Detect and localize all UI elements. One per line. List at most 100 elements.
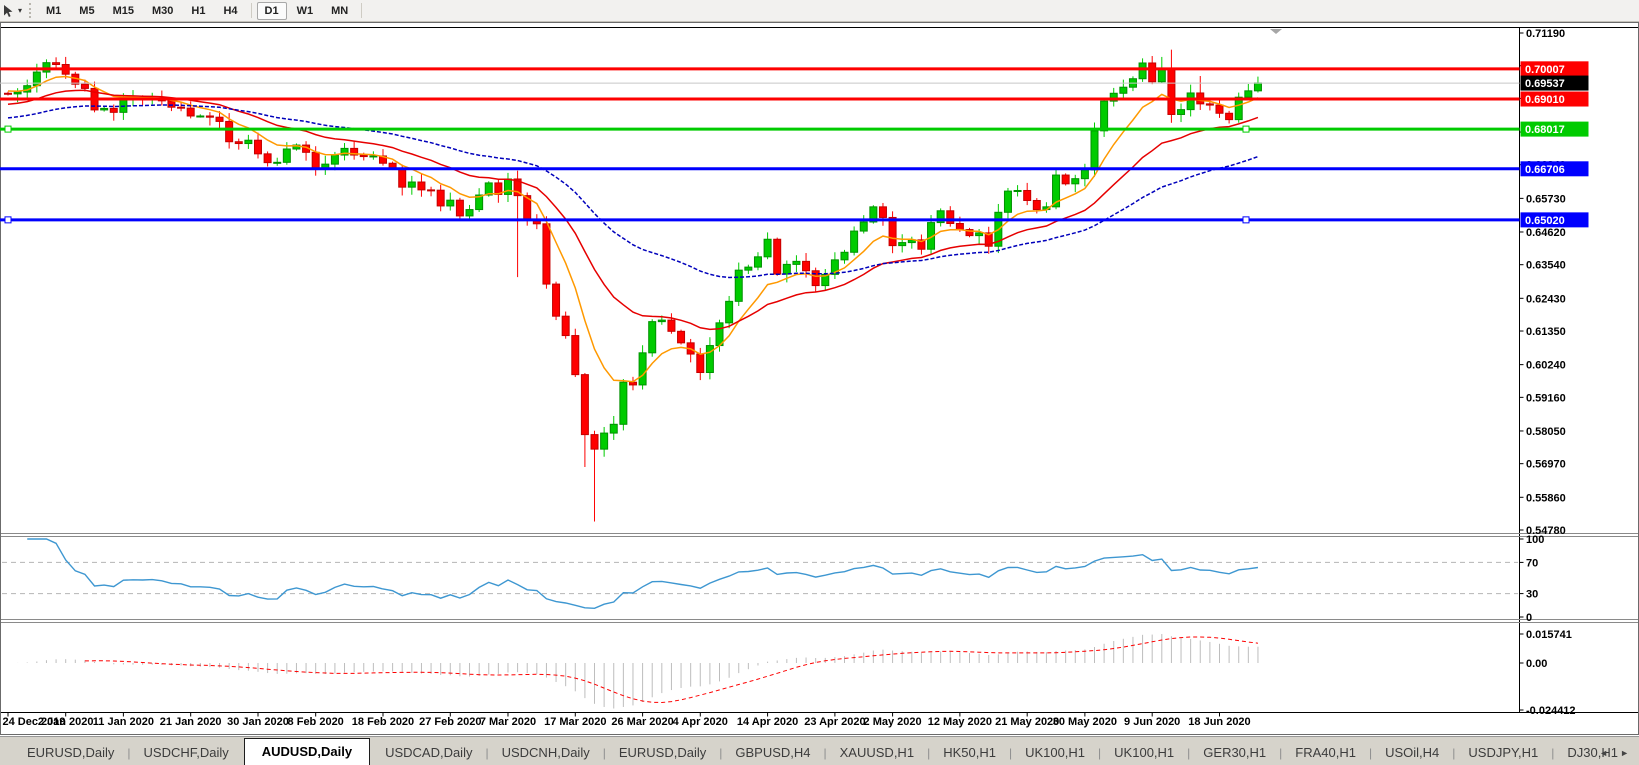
- cursor-tool-button[interactable]: ▾: [0, 0, 26, 21]
- candle-up: [1177, 109, 1186, 115]
- candle-up: [369, 155, 378, 158]
- date-label: 4 Apr 2020: [673, 716, 728, 728]
- candle-up: [32, 71, 41, 87]
- chart-tab-gbpusd-h4[interactable]: GBPUSD,H4: [722, 740, 823, 765]
- candle-up: [1186, 92, 1195, 111]
- candle-down: [1205, 103, 1214, 106]
- tab-scroll-right-icon[interactable]: ►: [1620, 749, 1629, 758]
- date-label: 7 Mar 2020: [480, 716, 536, 728]
- candle-up: [609, 423, 618, 434]
- macd-tick-label: -0.024412: [1526, 705, 1576, 717]
- date-label: 27 Feb 2020: [419, 716, 481, 728]
- candle-up: [648, 321, 657, 354]
- timeframe-button-m30[interactable]: M30: [144, 2, 181, 20]
- candle-up: [1013, 189, 1022, 192]
- line-drag-handle[interactable]: [1242, 216, 1250, 224]
- candle-down: [263, 153, 272, 164]
- candle-up: [850, 230, 859, 253]
- timeframe-button-mn[interactable]: MN: [323, 2, 356, 20]
- level-price-tag-label: 0.70007: [1525, 64, 1565, 76]
- date-label: 21 May 2020: [995, 716, 1059, 728]
- toolbar: ▾ M1 M5 M15 M30 H1 H4 D1 W1 MN: [0, 0, 1639, 22]
- date-label: 14 Apr 2020: [737, 716, 798, 728]
- candle-down: [234, 141, 243, 145]
- chart-tab-uk100-h1[interactable]: UK100,H1: [1101, 740, 1187, 765]
- candle-down: [677, 330, 686, 344]
- chart-tab-uk100-h1[interactable]: UK100,H1: [1012, 740, 1098, 765]
- candle-up: [407, 181, 416, 188]
- candle-up: [1090, 130, 1099, 171]
- candle-down: [1225, 112, 1234, 121]
- candle-up: [244, 139, 253, 145]
- chart-tab-usdcad-daily[interactable]: USDCAD,Daily: [372, 740, 485, 765]
- candle-up: [1119, 86, 1128, 94]
- timeframe-button-d1[interactable]: D1: [256, 1, 287, 20]
- candle-up: [840, 251, 849, 261]
- candle-down: [590, 434, 599, 450]
- tab-scroll-left-icon[interactable]: ◄: [1599, 749, 1608, 758]
- timeframe-button-m15[interactable]: M15: [105, 2, 142, 20]
- candle-down: [628, 381, 637, 386]
- candle-up: [734, 269, 743, 302]
- date-label: 23 Apr 2020: [804, 716, 865, 728]
- chart-tab-usoil-h4[interactable]: USOil,H4: [1372, 740, 1452, 765]
- line-drag-handle[interactable]: [4, 216, 12, 224]
- candle-up: [600, 432, 609, 450]
- timeframe-button-m5[interactable]: M5: [71, 2, 102, 20]
- price-tick-label: 0.58050: [1526, 426, 1566, 438]
- candle-down: [561, 315, 570, 337]
- price-tick-label: 0.62430: [1526, 293, 1566, 305]
- date-label: 18 Jun 2020: [1188, 716, 1250, 728]
- candle-up: [744, 266, 753, 271]
- candle-down: [455, 199, 464, 217]
- timeframe-button-h4[interactable]: H4: [215, 2, 245, 20]
- chart-tabs-bar: EURUSD,Daily | USDCHF,Daily AUDUSD,Daily USD…: [0, 736, 1639, 765]
- candle-down: [1167, 68, 1176, 115]
- candle-up: [1234, 96, 1243, 121]
- chart-tab-fra40-h1[interactable]: FRA40,H1: [1282, 740, 1369, 765]
- timeframe-button-h1[interactable]: H1: [183, 2, 213, 20]
- candle-up: [282, 148, 291, 163]
- timeframe-button-m1[interactable]: M1: [38, 2, 69, 20]
- tab-scroll-arrows: ◄ ►: [1599, 749, 1629, 758]
- date-label: 21 Jan 2020: [160, 716, 222, 728]
- chart-tab-eurusd-daily[interactable]: EURUSD,Daily: [14, 740, 127, 765]
- level-price-tag-label: 0.65020: [1525, 215, 1565, 227]
- candle-down: [52, 62, 61, 65]
- cursor-icon: [2, 4, 15, 18]
- date-label: 2 May 2020: [864, 716, 922, 728]
- candle-down: [80, 83, 89, 89]
- bid-price-tag-label: 0.69537: [1525, 78, 1565, 90]
- timeframe-button-w1[interactable]: W1: [289, 2, 322, 20]
- candle-down: [167, 100, 176, 108]
- chart-tabs: EURUSD,Daily | USDCHF,Daily AUDUSD,Daily USD…: [0, 737, 1631, 765]
- chart-tab-eurusd-daily[interactable]: EURUSD,Daily: [606, 740, 719, 765]
- line-drag-handle[interactable]: [1242, 125, 1250, 133]
- candle-up: [1003, 190, 1012, 213]
- line-drag-handle[interactable]: [4, 125, 12, 133]
- candle-down: [667, 319, 676, 332]
- chevron-down-icon[interactable]: ▾: [18, 6, 22, 15]
- chart-canvas[interactable]: ▼ AUDUSD,Daily 0.69521 0.69555 0.69233 0…: [0, 21, 1639, 736]
- chart-tab-ger30-h1[interactable]: GER30,H1: [1190, 740, 1279, 765]
- price-tick-label: 0.56970: [1526, 459, 1566, 471]
- timeframe-toolbar: M1 M5 M15 M30 H1 H4 D1 W1 MN: [37, 1, 366, 20]
- chart-tab-audusd-daily[interactable]: AUDUSD,Daily: [243, 738, 371, 765]
- date-label: 11 Jan 2020: [93, 716, 154, 728]
- chart-tab-usdjpy-h1[interactable]: USDJPY,H1: [1455, 740, 1551, 765]
- candle-up: [638, 352, 647, 386]
- chart-tab-usdcnh-daily[interactable]: USDCNH,Daily: [489, 740, 603, 765]
- chart-tab-hk50-h1[interactable]: HK50,H1: [930, 740, 1009, 765]
- candle-down: [888, 216, 897, 247]
- chart-window: ▼ AUDUSD,Daily 0.69521 0.69555 0.69233 0…: [0, 21, 1639, 736]
- candle-down: [359, 154, 368, 158]
- candle-down: [955, 223, 964, 231]
- candle-down: [225, 120, 234, 143]
- candle-down: [427, 189, 436, 192]
- price-tick-label: 0.65730: [1526, 193, 1566, 205]
- candle-up: [1080, 169, 1089, 180]
- candle-up: [196, 115, 205, 118]
- chart-tab-usdchf-daily[interactable]: USDCHF,Daily: [131, 740, 242, 765]
- date-label: 30 Jan 2020: [227, 716, 289, 728]
- chart-tab-xauusd-h1[interactable]: XAUUSD,H1: [827, 740, 927, 765]
